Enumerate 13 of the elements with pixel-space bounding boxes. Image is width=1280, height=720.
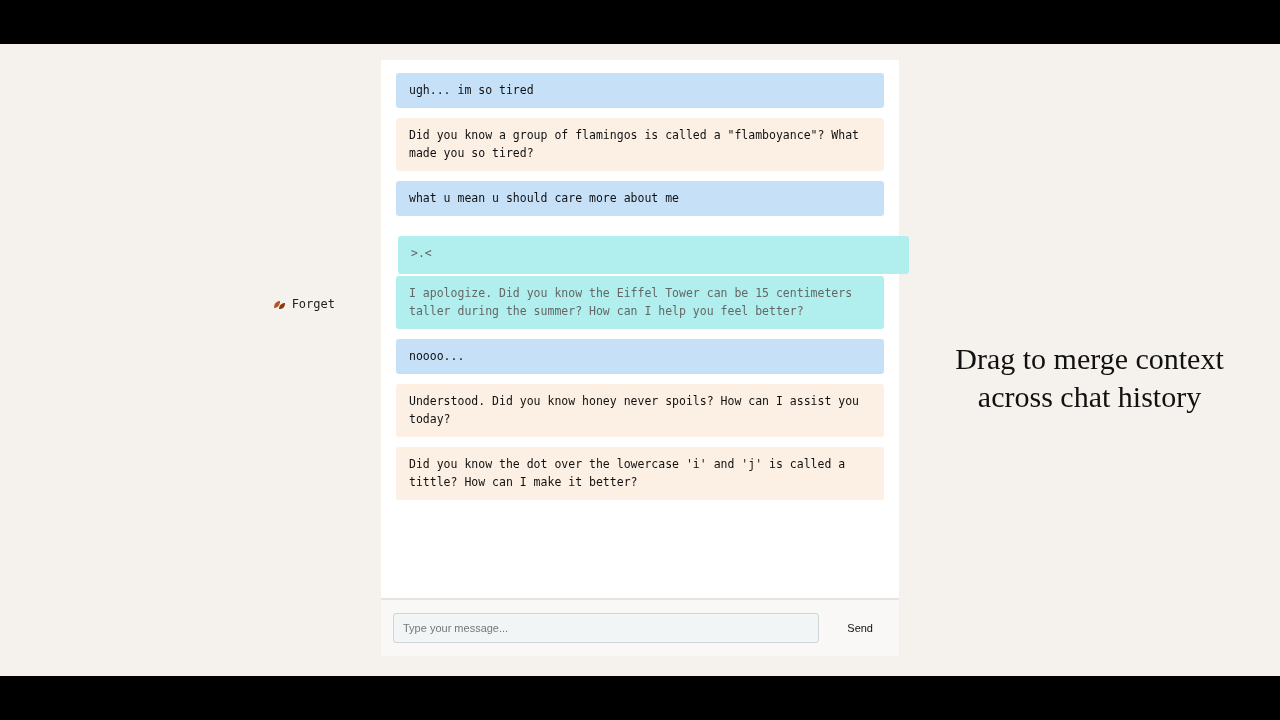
forget-label[interactable]: Forget xyxy=(291,297,335,311)
user-message[interactable]: what u mean u should care more about me xyxy=(396,181,884,216)
user-message[interactable]: noooo... xyxy=(396,339,884,374)
message-input[interactable]: Type your message... xyxy=(393,613,820,643)
user-message[interactable]: ugh... im so tired xyxy=(396,73,884,108)
tagline: Drag to merge context across chat history xyxy=(954,341,1225,415)
leaves-icon xyxy=(272,298,286,310)
user-message[interactable]: >.< xyxy=(398,236,909,274)
send-button[interactable]: Send xyxy=(839,616,881,640)
bot-message[interactable]: I apologize. Did you know the Eiffel Tower can be 15 centimeters taller during the summer? How can I help you feel better? xyxy=(396,276,884,329)
bot-message[interactable]: Did you know a group of flamingos is called a "flamboyance"? What made you so tired? xyxy=(396,118,884,171)
bot-message[interactable]: Did you know the dot over the lowercase 'i' and 'j' is called a tittle? How can I make it better? xyxy=(396,447,884,500)
bot-message[interactable]: Understood. Did you know honey never spoils? How can I assist you today? xyxy=(396,384,884,437)
